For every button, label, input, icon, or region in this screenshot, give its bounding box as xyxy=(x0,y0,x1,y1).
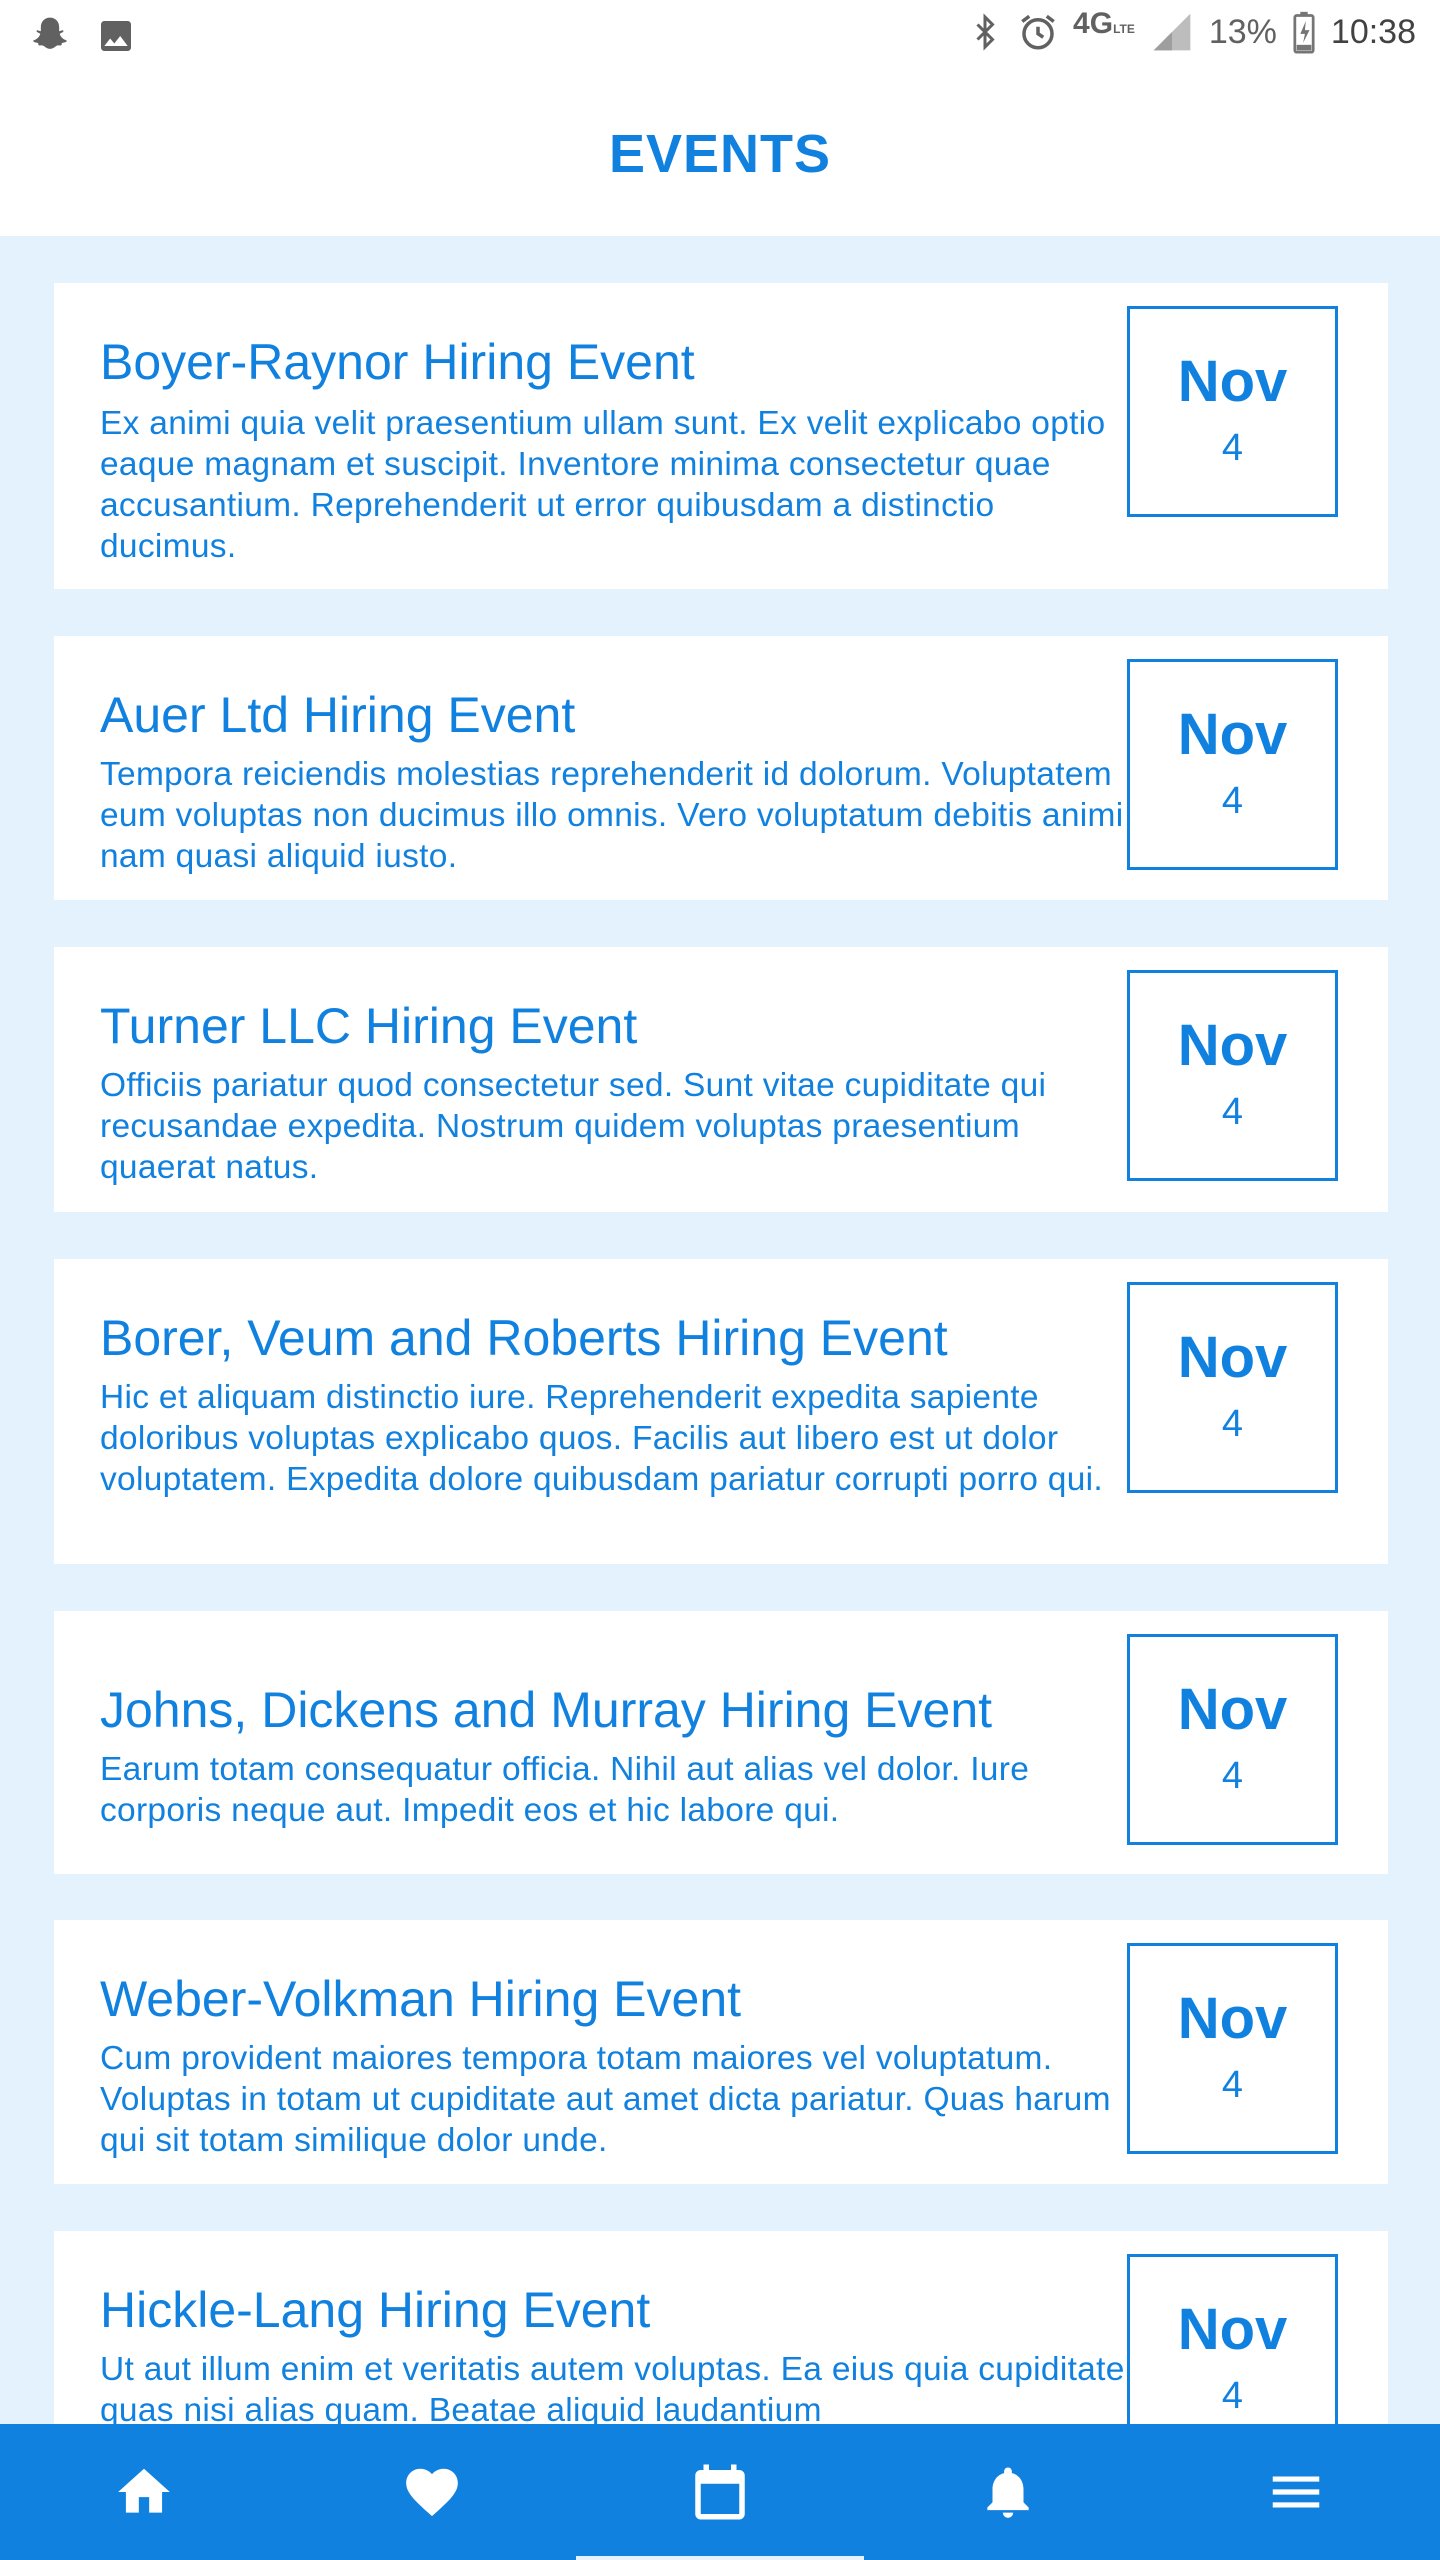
event-description: Hic et aliquam distinctio iure. Reprehen… xyxy=(100,1379,1104,1498)
event-month: Nov xyxy=(1177,2296,1288,2362)
event-card[interactable]: Hickle-Lang Hiring Event Ut aut illum en… xyxy=(54,2231,1388,2424)
event-description: Officiis pariatur quod consectetur sed. … xyxy=(100,1067,1047,1186)
network-label: 4G xyxy=(1073,7,1114,40)
bell-icon xyxy=(977,2461,1039,2523)
event-title: Weber-Volkman Hiring Event xyxy=(100,1971,742,2027)
nav-events-button[interactable] xyxy=(576,2424,864,2560)
event-date: Nov 4 xyxy=(1127,1943,1338,2154)
event-card[interactable]: Turner LLC Hiring Event Officiis pariatu… xyxy=(54,947,1388,1212)
event-description: Cum provident maiores tempora totam maio… xyxy=(100,2040,1111,2159)
event-card[interactable]: Borer, Veum and Roberts Hiring Event Hic… xyxy=(54,1259,1388,1564)
event-title: Auer Ltd Hiring Event xyxy=(100,687,576,743)
event-date: Nov 4 xyxy=(1127,970,1338,1181)
event-card[interactable]: Weber-Volkman Hiring Event Cum provident… xyxy=(54,1920,1388,2184)
event-day: 4 xyxy=(1221,426,1244,469)
event-title: Boyer-Raynor Hiring Event xyxy=(100,334,695,390)
event-month: Nov xyxy=(1177,701,1288,767)
image-icon xyxy=(96,16,136,56)
event-month: Nov xyxy=(1177,1676,1288,1742)
heart-icon xyxy=(401,2461,463,2523)
event-date: Nov 4 xyxy=(1127,1634,1338,1845)
status-bar: 4GLTE 13% 10:38 xyxy=(0,0,1440,72)
event-title: Johns, Dickens and Murray Hiring Event xyxy=(100,1682,993,1738)
event-date: Nov 4 xyxy=(1127,2254,1338,2424)
battery-charging-icon xyxy=(1291,10,1317,54)
event-day: 4 xyxy=(1221,2063,1244,2106)
menu-icon xyxy=(1265,2461,1327,2523)
network-4g-lte-icon: 4GLTE xyxy=(1073,7,1135,40)
nav-home-button[interactable] xyxy=(0,2424,288,2560)
event-month: Nov xyxy=(1177,1324,1288,1390)
nav-favorites-button[interactable] xyxy=(288,2424,576,2560)
event-title: Borer, Veum and Roberts Hiring Event xyxy=(100,1310,948,1366)
event-card[interactable]: Johns, Dickens and Murray Hiring Event E… xyxy=(54,1611,1388,1874)
event-date: Nov 4 xyxy=(1127,659,1338,870)
event-card[interactable]: Boyer-Raynor Hiring Event Ex animi quia … xyxy=(54,283,1388,589)
calendar-icon xyxy=(687,2459,753,2525)
bluetooth-icon xyxy=(967,12,1003,52)
event-month: Nov xyxy=(1177,1012,1288,1078)
nav-menu-button[interactable] xyxy=(1152,2424,1440,2560)
battery-percent: 13% xyxy=(1208,12,1277,51)
event-month: Nov xyxy=(1177,348,1288,414)
event-list[interactable]: Boyer-Raynor Hiring Event Ex animi quia … xyxy=(0,236,1440,2424)
event-day: 4 xyxy=(1221,1754,1244,1797)
event-description: Ex animi quia velit praesentium ullam su… xyxy=(100,405,1106,565)
event-day: 4 xyxy=(1221,2374,1244,2417)
snapchat-icon xyxy=(28,14,72,58)
event-month: Nov xyxy=(1177,1985,1288,2051)
event-card[interactable]: Auer Ltd Hiring Event Tempora reiciendis… xyxy=(54,636,1388,900)
event-date: Nov 4 xyxy=(1127,306,1338,517)
bottom-navigation xyxy=(0,2424,1440,2560)
signal-icon xyxy=(1149,10,1195,54)
event-day: 4 xyxy=(1221,1090,1244,1133)
page-title: EVENTS xyxy=(608,124,832,184)
event-day: 4 xyxy=(1221,779,1244,822)
event-description: Earum totam consequatur officia. Nihil a… xyxy=(100,1751,1030,1829)
clock: 10:38 xyxy=(1330,12,1416,51)
event-description: Ut aut illum enim et veritatis autem vol… xyxy=(100,2351,1125,2424)
event-day: 4 xyxy=(1221,1402,1244,1445)
event-title: Turner LLC Hiring Event xyxy=(100,998,638,1054)
alarm-icon xyxy=(1017,11,1059,53)
event-description: Tempora reiciendis molestias reprehender… xyxy=(100,756,1124,875)
home-icon xyxy=(113,2461,175,2523)
event-date: Nov 4 xyxy=(1127,1282,1338,1493)
selected-tab-indicator xyxy=(576,2556,864,2560)
nav-notifications-button[interactable] xyxy=(864,2424,1152,2560)
app-header: EVENTS xyxy=(0,72,1440,236)
event-title: Hickle-Lang Hiring Event xyxy=(100,2282,651,2338)
